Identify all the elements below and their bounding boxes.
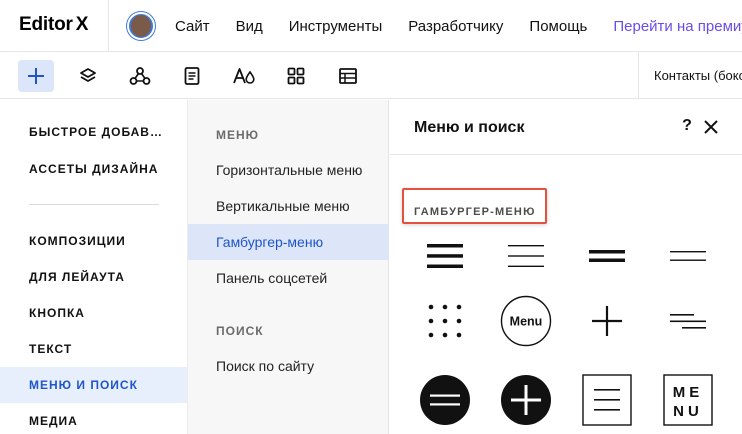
hamburger-option-12[interactable]: ME NU <box>653 372 723 428</box>
boxed-menu-line-1: ME <box>673 384 704 401</box>
hamburger-option-9[interactable] <box>410 372 480 428</box>
hamburger-option-11[interactable] <box>572 372 642 428</box>
top-menu: Сайт Вид Инструменты Разработчику Помощь… <box>175 0 742 52</box>
pages-button[interactable] <box>174 60 210 92</box>
page-icon <box>184 67 200 85</box>
current-page-selector[interactable]: Контакты (боко <box>654 68 742 83</box>
category-compositions[interactable]: КОМПОЗИЦИИ <box>0 223 187 259</box>
subcategory-site-search[interactable]: Поиск по сайту <box>188 348 389 384</box>
menu-section-heading: МЕНЮ <box>216 128 260 142</box>
subcategory-horizontal-menus[interactable]: Горизонтальные меню <box>188 152 389 188</box>
subcategory-vertical-menus[interactable]: Вертикальные меню <box>188 188 389 224</box>
hamburger-option-5[interactable] <box>410 293 480 349</box>
category-button[interactable]: КНОПКА <box>0 295 187 331</box>
black-circle-equals-icon <box>420 375 470 425</box>
logo-text: Editor <box>19 14 73 35</box>
hamburger-offset-icon <box>670 314 706 329</box>
upgrade-premium-link[interactable]: Перейти на премиум <box>613 18 742 35</box>
hamburger-thin-icon <box>508 245 544 267</box>
category-quick-add[interactable]: БЫСТРОЕ ДОБАВ… <box>0 114 187 150</box>
panel-title: Меню и поиск <box>414 119 525 136</box>
add-panel-categories: БЫСТРОЕ ДОБАВ… АССЕТЫ ДИЗАЙНА КОМПОЗИЦИИ… <box>0 100 187 434</box>
black-circle-plus-icon <box>501 375 551 425</box>
cms-button[interactable] <box>330 60 366 92</box>
top-menu-tools[interactable]: Инструменты <box>289 18 383 35</box>
menu-circle-text: Menu <box>510 315 543 329</box>
top-divider <box>108 0 109 52</box>
layers-icon <box>80 68 96 82</box>
hamburger-option-6[interactable]: Menu <box>491 293 561 349</box>
category-menu-search[interactable]: МЕНЮ И ПОИСК <box>0 367 187 403</box>
dots-grid-icon <box>428 304 462 338</box>
tool-bar: Контакты (боко <box>0 52 742 99</box>
category-media[interactable]: МЕДИА <box>0 403 187 434</box>
top-menu-view[interactable]: Вид <box>236 18 263 35</box>
close-icon[interactable] <box>703 119 719 135</box>
top-menu-developer[interactable]: Разработчику <box>408 18 503 35</box>
top-menu-site[interactable]: Сайт <box>175 18 210 35</box>
hamburger-two-thin-icon <box>670 251 706 261</box>
hamburger-option-1[interactable] <box>410 228 480 284</box>
toolbar-divider <box>638 52 639 99</box>
connections-icon <box>129 67 151 85</box>
plus-thin-icon <box>592 306 622 336</box>
elements-panel: Меню и поиск ? ГАМБУРГЕР-МЕНЮ Menu ME NU <box>390 100 742 434</box>
hamburger-thick-icon <box>427 244 463 268</box>
menu-circle-icon: Menu <box>500 295 552 347</box>
table-icon <box>339 68 357 84</box>
app-logo[interactable]: Editor X <box>19 14 88 36</box>
panel-header: Меню и поиск ? <box>390 100 742 155</box>
hamburger-option-10[interactable] <box>491 372 561 428</box>
subcategory-hamburger-menu[interactable]: Гамбургер-меню <box>188 224 389 260</box>
boxed-menu-icon: ME NU <box>663 374 713 426</box>
theme-icon <box>233 68 255 84</box>
hamburger-option-8[interactable] <box>653 293 723 349</box>
top-bar: Editor X Сайт Вид Инструменты Разработчик… <box>0 0 742 52</box>
layers-button[interactable] <box>70 60 106 92</box>
category-text[interactable]: ТЕКСТ <box>0 331 187 367</box>
hamburger-option-3[interactable] <box>572 228 642 284</box>
theme-button[interactable] <box>226 60 262 92</box>
subcategory-social-bar[interactable]: Панель соцсетей <box>188 260 389 296</box>
hamburger-two-thick-icon <box>589 250 625 262</box>
category-layout[interactable]: ДЛЯ ЛЕЙАУТА <box>0 259 187 295</box>
logo-mark: X <box>75 14 89 35</box>
avatar[interactable] <box>126 11 156 41</box>
apps-button[interactable] <box>278 60 314 92</box>
category-divider <box>29 204 159 205</box>
help-button[interactable]: ? <box>680 117 694 135</box>
boxed-lines-icon <box>582 374 632 426</box>
hamburger-option-4[interactable] <box>653 228 723 284</box>
category-design-assets[interactable]: АССЕТЫ ДИЗАЙНА <box>0 151 187 187</box>
avatar-ring <box>127 12 155 40</box>
connections-button[interactable] <box>122 60 158 92</box>
hamburger-group-label: ГАМБУРГЕР-МЕНЮ <box>414 206 536 218</box>
add-panel-subcategories: МЕНЮ Горизонтальные меню Вертикальные ме… <box>187 100 389 434</box>
hamburger-option-2[interactable] <box>491 228 561 284</box>
hamburger-option-7[interactable] <box>572 293 642 349</box>
boxed-menu-line-2: NU <box>673 403 703 420</box>
apps-icon <box>287 67 305 85</box>
search-section-heading: ПОИСК <box>216 324 264 338</box>
top-menu-help[interactable]: Помощь <box>529 18 587 35</box>
add-elements-button[interactable] <box>18 60 54 92</box>
plus-icon <box>28 68 44 84</box>
